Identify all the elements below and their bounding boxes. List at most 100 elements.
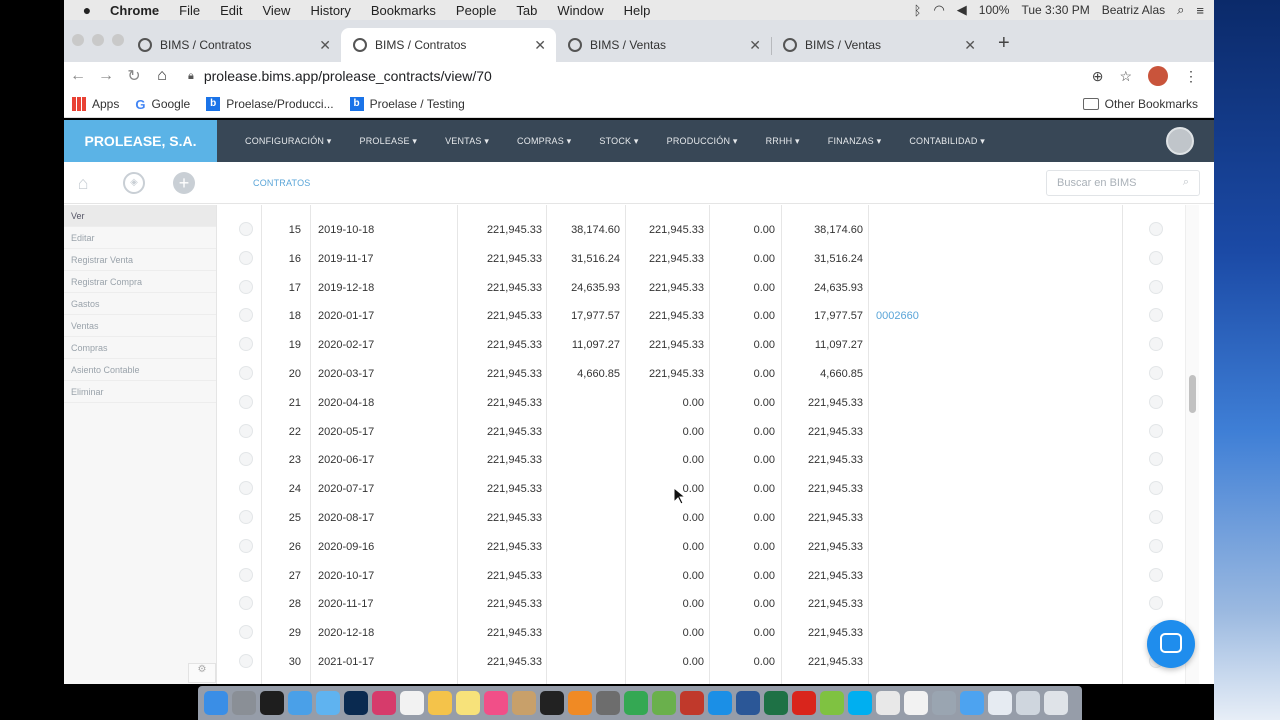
nav-compras[interactable]: COMPRAS ▾ (517, 136, 571, 147)
menu-file[interactable]: File (179, 3, 200, 18)
sidebar-item-compras[interactable]: Compras (64, 337, 216, 359)
finder-icon[interactable] (204, 691, 228, 715)
bookmark-produccion[interactable]: b Proelase/Producci... (206, 96, 334, 111)
minimize-window-button[interactable] (92, 34, 104, 46)
row-action-radio[interactable] (1149, 481, 1163, 495)
row-action-radio[interactable] (1149, 366, 1163, 380)
app-icon[interactable] (400, 691, 424, 715)
forward-icon[interactable]: → (92, 67, 120, 85)
table-row[interactable]: 19 2020-02-17 221,945.33 11,097.27 221,945.3… (217, 331, 1189, 360)
row-select-radio[interactable] (239, 424, 253, 438)
excel-icon[interactable] (764, 691, 788, 715)
app-icon[interactable] (316, 691, 340, 715)
menu-window[interactable]: Window (557, 3, 603, 18)
row-action-radio[interactable] (1149, 251, 1163, 265)
sidebar-item-ver[interactable]: Ver (64, 205, 216, 227)
close-tab-icon[interactable]: ✕ (534, 37, 546, 54)
close-tab-icon[interactable]: ✕ (319, 37, 331, 54)
bookmark-google[interactable]: G Google (135, 97, 190, 112)
bluetooth-icon[interactable]: ᛒ (914, 3, 922, 18)
pdf-icon[interactable] (876, 691, 900, 715)
sidebar-item-eliminar[interactable]: Eliminar (64, 381, 216, 403)
app-icon[interactable] (820, 691, 844, 715)
close-tab-icon[interactable]: ✕ (749, 37, 761, 54)
apple-icon[interactable]: ● (64, 2, 110, 18)
bookmark-apps[interactable]: Apps (72, 96, 119, 111)
menu-help[interactable]: Help (624, 3, 651, 18)
profile-avatar[interactable] (1148, 66, 1168, 86)
nav-prolease[interactable]: PROLEASE ▾ (360, 136, 418, 147)
row-action-radio[interactable] (1149, 308, 1163, 322)
tab-contratos-active[interactable]: BIMS / Contratos ✕ (341, 28, 556, 62)
menu-history[interactable]: History (310, 3, 350, 18)
music-icon[interactable] (484, 691, 508, 715)
brand-logo[interactable]: PROLEASE, S.A. (64, 120, 217, 162)
sidebar-item-ventas[interactable]: Ventas (64, 315, 216, 337)
app-icon[interactable] (1016, 691, 1040, 715)
row-select-radio[interactable] (239, 251, 253, 265)
table-row[interactable]: 29 2020-12-18 221,945.33 0.00 0.00 221,945.33 (217, 619, 1189, 648)
new-tab-button[interactable]: + (998, 32, 1010, 55)
table-row[interactable]: 30 2021-01-17 221,945.33 0.00 0.00 221,945.33 (217, 648, 1189, 677)
table-row[interactable]: 28 2020-11-17 221,945.33 0.00 0.00 221,945.33 (217, 590, 1189, 619)
launchpad-icon[interactable] (232, 691, 256, 715)
menu-people[interactable]: People (456, 3, 496, 18)
app-icon[interactable] (512, 691, 536, 715)
nav-configuracion[interactable]: CONFIGURACIÓN ▾ (245, 136, 332, 147)
app-icon[interactable] (540, 691, 564, 715)
back-icon[interactable]: ← (64, 67, 92, 85)
nav-rrhh[interactable]: RRHH ▾ (766, 136, 800, 147)
nav-produccion[interactable]: PRODUCCIÓN ▾ (667, 136, 738, 147)
nav-finanzas[interactable]: FINANZAS ▾ (828, 136, 882, 147)
menu-view[interactable]: View (262, 3, 290, 18)
bookmark-other[interactable]: Other Bookmarks (1082, 97, 1198, 111)
table-row[interactable]: 25 2020-08-17 221,945.33 0.00 0.00 221,945.33 (217, 504, 1189, 533)
sidebar-item-registrar-venta[interactable]: Registrar Venta (64, 249, 216, 271)
row-action-radio[interactable] (1149, 424, 1163, 438)
row-select-radio[interactable] (239, 222, 253, 236)
sidebar-item-registrar-compra[interactable]: Registrar Compra (64, 271, 216, 293)
safari-icon[interactable] (288, 691, 312, 715)
skype-icon[interactable] (848, 691, 872, 715)
row-action-radio[interactable] (1149, 510, 1163, 524)
battery-percent[interactable]: 100% (979, 3, 1010, 17)
bookmark-star-icon[interactable]: ☆ (1119, 68, 1132, 85)
table-row[interactable]: 24 2020-07-17 221,945.33 0.00 0.00 221,945.33 (217, 475, 1189, 504)
menu-bookmarks[interactable]: Bookmarks (371, 3, 436, 18)
menu-edit[interactable]: Edit (220, 3, 242, 18)
row-select-radio[interactable] (239, 568, 253, 582)
menu-app-name[interactable]: Chrome (110, 3, 159, 18)
row-select-radio[interactable] (239, 596, 253, 610)
row-action-radio[interactable] (1149, 280, 1163, 294)
row-action-radio[interactable] (1149, 568, 1163, 582)
row-action-radio[interactable] (1149, 452, 1163, 466)
scrollbar-thumb[interactable] (1189, 375, 1196, 413)
close-tab-icon[interactable]: ✕ (964, 37, 976, 54)
maximize-window-button[interactable] (112, 34, 124, 46)
nav-contabilidad[interactable]: CONTABILIDAD ▾ (909, 136, 985, 147)
home-icon[interactable]: ⌂ (148, 67, 176, 85)
clock[interactable]: Tue 3:30 PM (1021, 3, 1089, 17)
table-row[interactable]: 16 2019-11-17 221,945.33 31,516.24 221,945.3… (217, 245, 1189, 274)
row-select-radio[interactable] (239, 539, 253, 553)
row-action-radio[interactable] (1149, 596, 1163, 610)
tab-contratos-1[interactable]: BIMS / Contratos ✕ (126, 28, 342, 62)
app-icon[interactable] (680, 691, 704, 715)
user-avatar[interactable] (1166, 127, 1194, 155)
app-icon[interactable] (652, 691, 676, 715)
photos-icon[interactable] (428, 691, 452, 715)
notes-icon[interactable] (456, 691, 480, 715)
row-invoice-link[interactable]: 0002660 (876, 310, 919, 322)
table-row[interactable]: 22 2020-05-17 221,945.33 0.00 0.00 221,945.33 (217, 418, 1189, 447)
table-row[interactable]: 20 2020-03-17 221,945.33 4,660.85 221,945.33… (217, 360, 1189, 389)
row-select-radio[interactable] (239, 337, 253, 351)
row-select-radio[interactable] (239, 366, 253, 380)
row-select-radio[interactable] (239, 280, 253, 294)
row-action-radio[interactable] (1149, 337, 1163, 351)
home-icon[interactable]: ⌂ (72, 172, 94, 194)
table-row[interactable]: 15 2019-10-18 221,945.33 38,174.60 221,945.3… (217, 216, 1189, 245)
nav-stock[interactable]: STOCK ▾ (599, 136, 638, 147)
row-select-radio[interactable] (239, 654, 253, 668)
lock-icon[interactable]: 🔒︎ (188, 70, 194, 83)
settings-icon[interactable] (596, 691, 620, 715)
